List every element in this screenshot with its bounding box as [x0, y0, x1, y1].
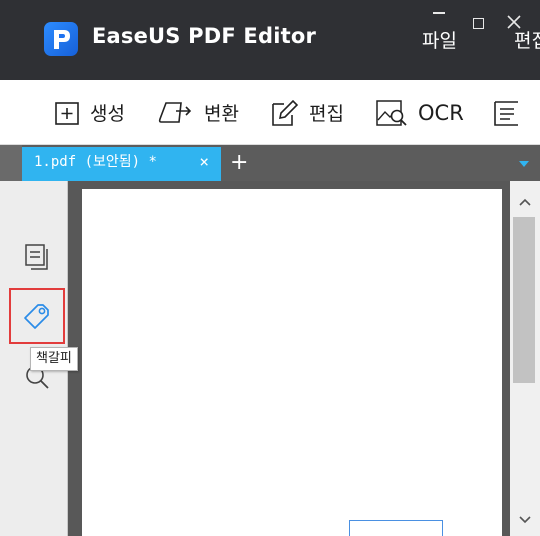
page-selection-box[interactable]	[349, 520, 443, 536]
chevron-up-icon	[519, 198, 531, 206]
tab-close-button[interactable]: ×	[199, 147, 209, 177]
tab-bar: 1.pdf (보안됨) * × +	[0, 145, 540, 181]
main-toolbar: 생성 변환 편집 OCR	[0, 80, 540, 145]
bookmark-tag-icon	[24, 304, 49, 329]
create-label: 생성	[90, 103, 125, 125]
app-logo-icon	[44, 22, 78, 56]
menu-file[interactable]: 파일	[422, 26, 457, 53]
chevron-down-icon	[519, 516, 531, 524]
convert-label: 변환	[204, 103, 239, 125]
ocr-label: OCR	[418, 100, 464, 125]
edit-label: 편집	[309, 103, 344, 125]
minimize-button[interactable]	[433, 12, 445, 14]
tab-bar-handle	[0, 145, 22, 181]
scroll-thumb[interactable]	[513, 217, 535, 383]
scroll-down-button[interactable]	[510, 507, 540, 533]
scroll-up-button[interactable]	[510, 189, 540, 215]
add-tab-button[interactable]: +	[230, 149, 248, 177]
plus-box-icon	[55, 101, 79, 125]
tab-list-dropdown-icon[interactable]	[519, 161, 529, 167]
maximize-button[interactable]	[473, 18, 484, 29]
tab-document[interactable]: 1.pdf (보안됨) * ×	[22, 147, 221, 181]
bookmark-tooltip: 책갈피	[30, 347, 78, 371]
create-button[interactable]: 생성	[53, 80, 125, 145]
title-bar: EaseUS PDF Editor 파일 편집	[0, 0, 540, 80]
edit-pencil-icon	[272, 99, 299, 126]
page-button[interactable]	[492, 80, 522, 145]
convert-icon	[158, 101, 192, 123]
menu-edit[interactable]: 편집	[514, 26, 540, 53]
pages-panel-button[interactable]	[9, 229, 65, 285]
tab-label: 1.pdf (보안됨) *	[34, 154, 157, 170]
pages-thumbnail-icon	[25, 244, 48, 270]
bookmark-panel-button[interactable]	[9, 288, 65, 344]
vertical-scrollbar[interactable]	[510, 181, 540, 536]
ocr-icon	[376, 99, 407, 126]
edit-button[interactable]: 편집	[270, 80, 344, 145]
pdf-page[interactable]	[82, 189, 502, 536]
ocr-button[interactable]: OCR	[375, 80, 464, 145]
page-icon	[494, 100, 518, 126]
close-button[interactable]	[506, 14, 522, 30]
close-icon	[507, 15, 521, 29]
convert-button[interactable]: 변환	[157, 80, 239, 145]
app-title: EaseUS PDF Editor	[92, 24, 317, 48]
